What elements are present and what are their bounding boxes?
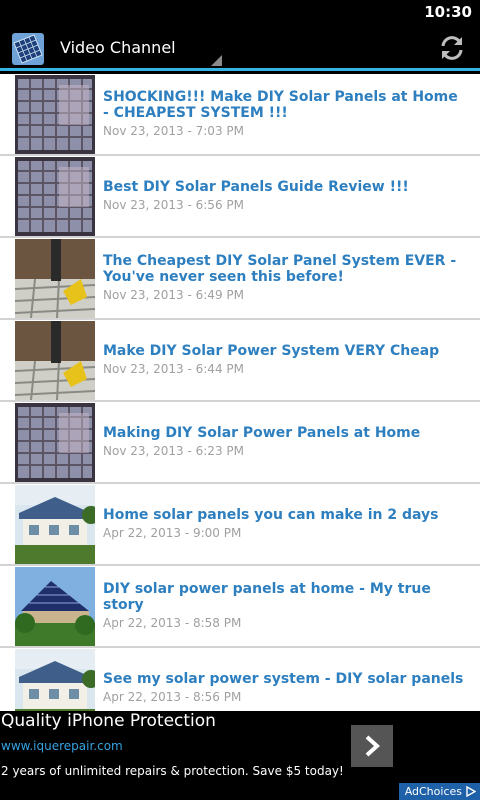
video-list-item[interactable]: Best DIY Solar Panels Guide Review !!! N… <box>0 156 480 238</box>
ad-open-button[interactable] <box>351 725 393 767</box>
video-date: Apr 22, 2013 - 9:00 PM <box>103 525 242 540</box>
video-thumbnail <box>15 239 95 318</box>
video-title: Best DIY Solar Panels Guide Review !!! <box>103 178 409 195</box>
video-title: Home solar panels you can make in 2 days <box>103 506 439 523</box>
video-date: Nov 23, 2013 - 6:44 PM <box>103 361 244 376</box>
video-thumbnail <box>15 157 95 236</box>
ad-description: 2 years of unlimited repairs & protectio… <box>1 764 344 778</box>
video-date: Apr 22, 2013 - 8:58 PM <box>103 615 242 630</box>
video-title: DIY solar power panels at home - My true… <box>103 580 431 613</box>
video-title: See my solar power system - DIY solar pa… <box>103 670 464 687</box>
chevron-right-icon <box>365 735 380 757</box>
video-date: Nov 23, 2013 - 6:56 PM <box>103 197 244 212</box>
video-list-item[interactable]: The Cheapest DIY Solar Panel System EVER… <box>0 238 480 320</box>
adchoices-icon <box>466 786 476 797</box>
video-date: Nov 23, 2013 - 7:03 PM <box>103 123 244 138</box>
adchoices-label: AdChoices <box>404 785 462 798</box>
video-title: SHOCKING!!! Make DIY Solar Panels at Hom… <box>103 88 458 121</box>
ad-url[interactable]: www.iquerepair.com <box>1 739 123 753</box>
clock: 10:30 <box>424 3 472 21</box>
refresh-icon[interactable] <box>438 34 466 62</box>
dropdown-indicator-icon <box>211 55 222 66</box>
video-thumbnail <box>15 321 95 400</box>
ad-banner[interactable]: Quality iPhone Protection www.iquerepair… <box>0 711 480 800</box>
app-title[interactable]: Video Channel <box>60 38 176 57</box>
video-thumbnail <box>15 403 95 482</box>
video-thumbnail <box>15 567 95 646</box>
adchoices-badge[interactable]: AdChoices <box>398 783 480 800</box>
video-thumbnail <box>15 75 95 154</box>
video-list-item[interactable]: Make DIY Solar Power System VERY Cheap N… <box>0 320 480 402</box>
solar-panel-icon[interactable] <box>12 33 44 65</box>
action-bar: Video Channel <box>0 25 480 71</box>
video-thumbnail <box>15 649 95 711</box>
video-thumbnail <box>15 485 95 564</box>
video-title: Making DIY Solar Power Panels at Home <box>103 424 421 441</box>
video-title: Make DIY Solar Power System VERY Cheap <box>103 342 440 359</box>
video-date: Apr 22, 2013 - 8:56 PM <box>103 689 242 704</box>
status-bar: 10:30 <box>0 0 480 25</box>
video-list-item[interactable]: DIY solar power panels at home - My true… <box>0 566 480 648</box>
ad-title[interactable]: Quality iPhone Protection <box>1 711 216 731</box>
video-list-item[interactable]: Making DIY Solar Power Panels at Home No… <box>0 402 480 484</box>
video-date: Nov 23, 2013 - 6:23 PM <box>103 443 244 458</box>
video-title: The Cheapest DIY Solar Panel System EVER… <box>103 252 457 285</box>
video-list-item[interactable]: Home solar panels you can make in 2 days… <box>0 484 480 566</box>
video-list-item[interactable]: See my solar power system - DIY solar pa… <box>0 648 480 711</box>
video-date: Nov 23, 2013 - 6:49 PM <box>103 287 244 302</box>
video-list-item[interactable]: SHOCKING!!! Make DIY Solar Panels at Hom… <box>0 74 480 156</box>
video-list[interactable]: SHOCKING!!! Make DIY Solar Panels at Hom… <box>0 74 480 711</box>
